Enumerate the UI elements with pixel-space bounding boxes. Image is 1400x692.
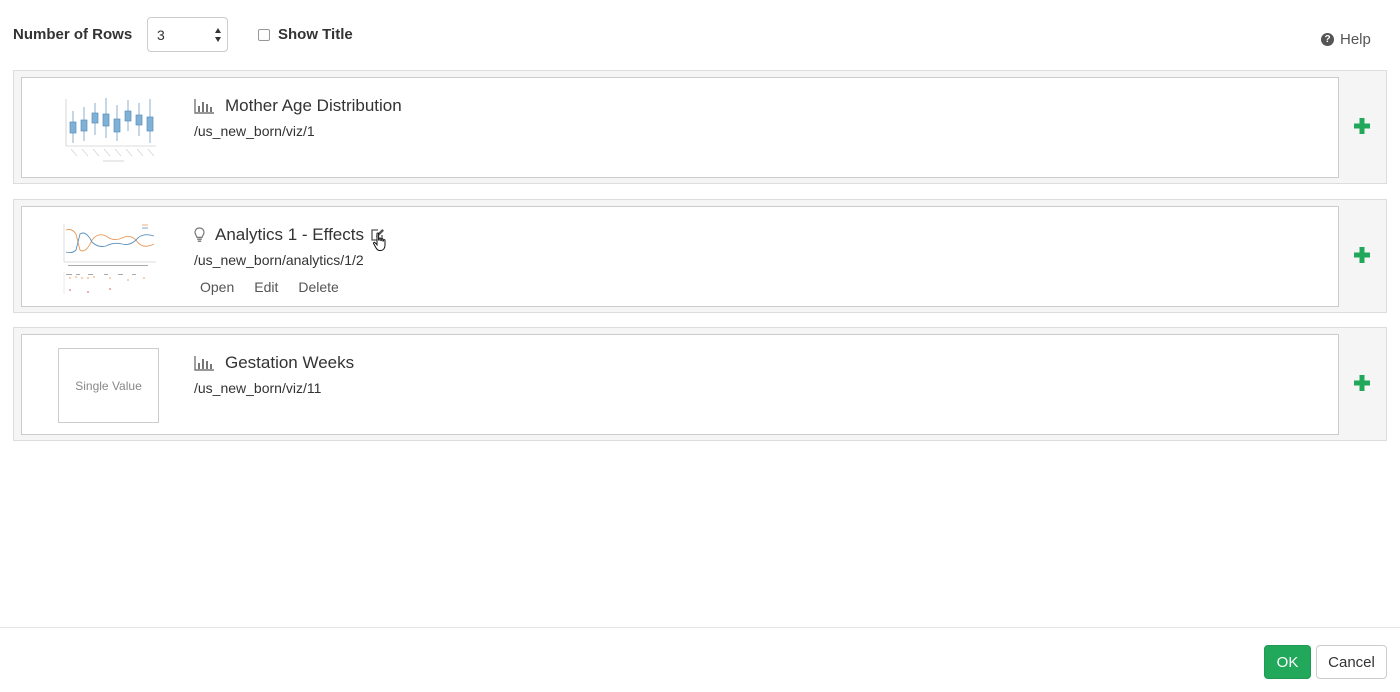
row-actions: Open Edit Delete: [200, 279, 339, 295]
show-title-toggle[interactable]: Show Title: [258, 26, 353, 43]
row-card[interactable]: Analytics 1 - Effects /us_new_born/analy…: [21, 206, 1339, 307]
add-icon[interactable]: [1353, 246, 1371, 264]
row-path: /us_new_born/viz/11: [194, 380, 322, 396]
row-card[interactable]: Single Value Gestation Weeks /us_new_bor…: [21, 334, 1339, 435]
question-circle-icon: ?: [1321, 33, 1334, 46]
boxplot-thumbnail: [65, 98, 156, 162]
row-title[interactable]: Gestation Weeks: [225, 353, 354, 373]
help-link[interactable]: ? Help: [1321, 31, 1371, 48]
row-title[interactable]: Analytics 1 - Effects: [215, 225, 364, 245]
ok-button[interactable]: OK: [1264, 645, 1311, 679]
row-path: /us_new_born/viz/1: [194, 123, 315, 139]
open-link[interactable]: Open: [200, 279, 234, 295]
thumbnail-label: Single Value: [75, 378, 142, 393]
dashboard-row-3: Single Value Gestation Weeks /us_new_bor…: [13, 327, 1387, 441]
edit-link[interactable]: Edit: [254, 279, 278, 295]
row-title[interactable]: Mother Age Distribution: [225, 96, 402, 116]
cancel-button[interactable]: Cancel: [1316, 645, 1387, 679]
bar-chart-icon: [194, 355, 214, 371]
hand-cursor-icon: [373, 232, 386, 251]
single-value-thumbnail: Single Value: [58, 348, 159, 423]
select-arrows-icon: [215, 28, 221, 42]
help-label: Help: [1340, 31, 1371, 48]
delete-link[interactable]: Delete: [298, 279, 338, 295]
dialog-toolbar: Number of Rows 3 Show Title ? Help: [0, 0, 1400, 70]
row-path: /us_new_born/analytics/1/2: [194, 252, 364, 268]
add-icon[interactable]: [1353, 117, 1371, 135]
dialog-footer: OK Cancel: [0, 627, 1400, 692]
lightbulb-icon: [194, 227, 205, 242]
line-chart-thumbnail: [63, 224, 156, 294]
row-title-line: Mother Age Distribution: [194, 96, 402, 116]
row-card[interactable]: Mother Age Distribution /us_new_born/viz…: [21, 77, 1339, 178]
bar-chart-icon: [194, 98, 214, 114]
add-icon[interactable]: [1353, 374, 1371, 392]
number-of-rows-label: Number of Rows: [13, 26, 133, 43]
number-of-rows-value: 3: [157, 27, 165, 43]
dashboard-row-2: Analytics 1 - Effects /us_new_born/analy…: [13, 199, 1387, 313]
row-title-line: Analytics 1 - Effects: [194, 225, 385, 245]
number-of-rows-select[interactable]: 3: [147, 17, 228, 52]
show-title-checkbox[interactable]: [258, 28, 270, 41]
show-title-label: Show Title: [278, 26, 353, 43]
dashboard-row-1: Mother Age Distribution /us_new_born/viz…: [13, 70, 1387, 184]
row-title-line: Gestation Weeks: [194, 353, 354, 373]
